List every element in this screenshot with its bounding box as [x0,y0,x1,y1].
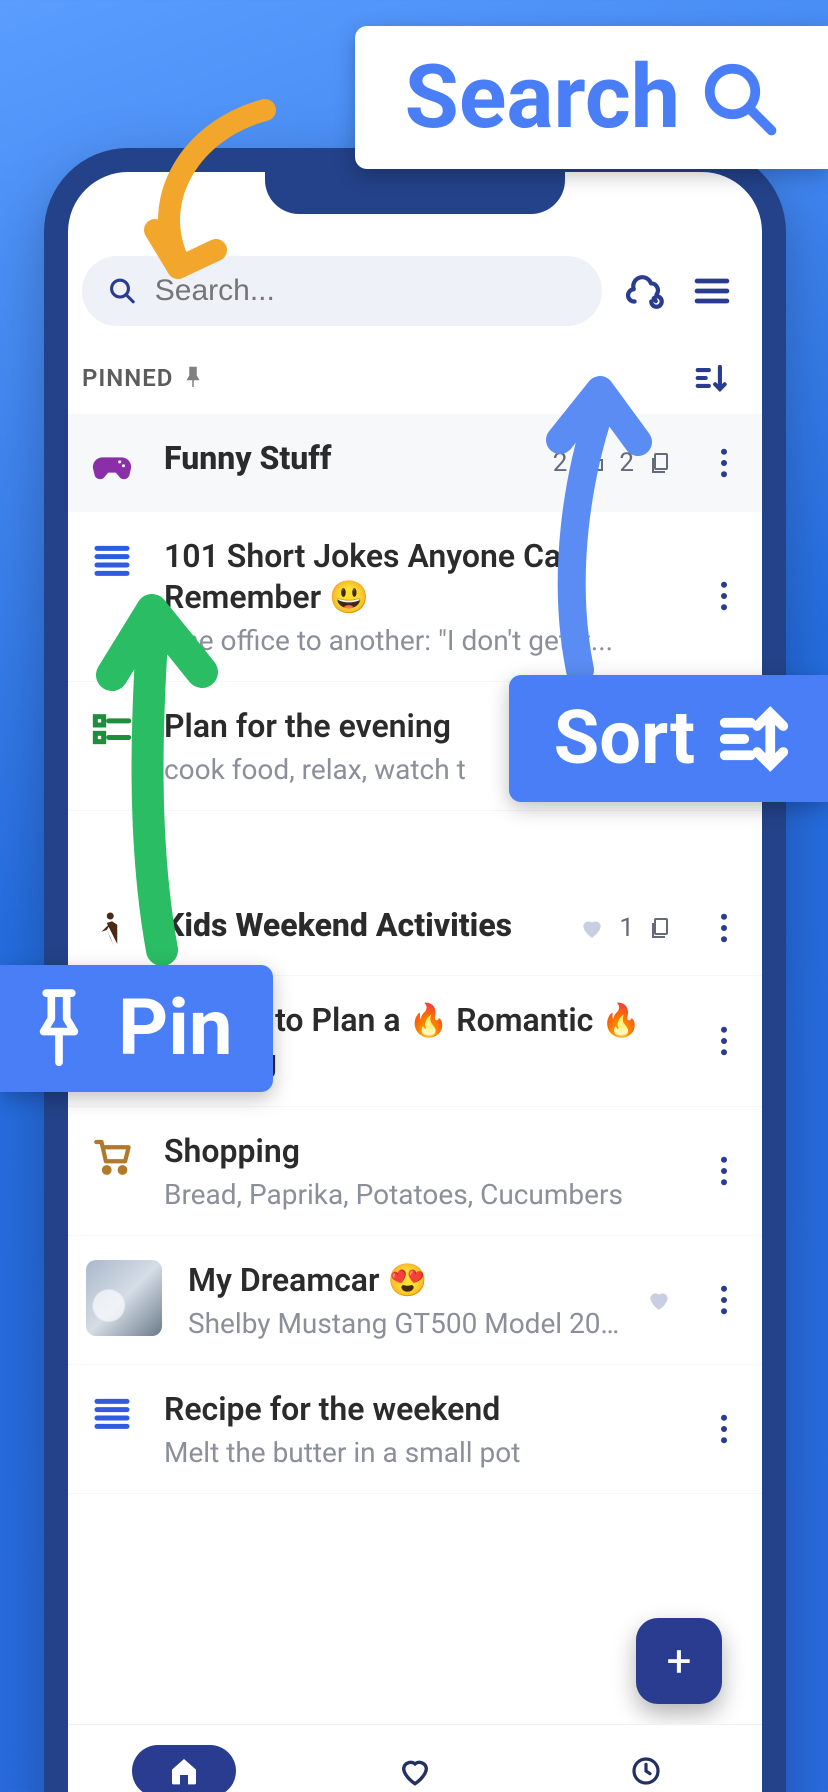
pin-icon [183,366,203,390]
item-title: My Dreamcar 😍 [188,1260,620,1301]
note-lines-icon [86,540,138,580]
annotation-pin: Pin [0,965,273,1092]
annotation-sort: Sort [509,675,828,802]
search-icon [108,275,137,307]
item-menu-button[interactable] [704,1156,744,1186]
item-subtitle: Melt the butter in a small pot [164,1436,678,1469]
list-item[interactable]: 101 Short Jokes Anyone Can Remember 😃 On… [68,512,762,682]
dots-vertical-icon [720,1285,728,1315]
menu-button[interactable] [690,269,734,313]
item-subtitle: Shelby Mustang GT500 Model 2007 [188,1307,620,1340]
gamepad-icon [86,442,138,488]
item-title: Recipe for the weekend [164,1389,678,1430]
heart-outline-icon [398,1754,432,1788]
pinned-label: PINNED [82,364,173,392]
list-item[interactable]: Recipe for the weekend Melt the butter i… [68,1365,762,1494]
phone-notch [265,170,565,214]
pinned-header: PINNED [68,346,762,414]
item-menu-button[interactable] [704,1285,744,1315]
item-counts: 2 2 [553,448,672,478]
tab-recent[interactable]: Recent [594,1745,698,1792]
search-field[interactable] [82,256,602,326]
annotation-sort-label: Sort [554,695,695,782]
note-lines-icon [86,1393,138,1433]
item-title: Kids Weekend Activities [164,905,553,946]
item-title: Shopping [164,1131,678,1172]
item-title: Funny Stuff [164,438,527,479]
annotation-search: Search [355,26,828,169]
cloud-sync-icon [625,270,667,312]
tab-favorites[interactable]: Favorites [363,1745,467,1792]
item-menu-button[interactable] [704,913,744,943]
note-list: Funny Stuff 2 2 101 Short Jokes Anyone [68,414,762,1494]
item-title: 101 Short Jokes Anyone Can Remember 😃 [164,536,678,618]
list-item[interactable]: My Dreamcar 😍 Shelby Mustang GT500 Model… [68,1236,762,1365]
clock-icon [630,1755,662,1787]
checklist-icon [86,710,138,750]
tab-start[interactable]: Start [132,1745,236,1792]
item-menu-button[interactable] [704,1026,744,1056]
folder-icon [581,451,605,475]
cloud-sync-button[interactable] [624,269,668,313]
dots-vertical-icon [720,913,728,943]
hamburger-icon [692,271,732,311]
annotation-pin-label: Pin [118,983,233,1074]
item-menu-button[interactable] [704,1414,744,1444]
annotation-search-label: Search [405,46,680,149]
plus-icon: + [667,1635,692,1687]
home-icon [168,1755,200,1787]
sort-icon [693,359,731,397]
list-item[interactable]: Funny Stuff 2 2 [68,414,762,512]
pin-icon [28,988,90,1070]
sort-icon [715,700,793,778]
heart-icon [646,1287,672,1313]
item-counts: 1 [579,913,672,943]
item-subtitle: Bread, Paprika, Potatoes, Cucumbers [164,1178,678,1211]
item-menu-button[interactable] [704,581,744,611]
item-menu-button[interactable] [704,448,744,478]
search-icon [700,59,778,137]
list-item[interactable]: Kids Weekend Activities 1 [68,881,762,976]
search-input[interactable] [155,274,576,308]
cart-icon [86,1135,138,1177]
dots-vertical-icon [720,1414,728,1444]
hiker-icon [86,909,138,951]
section-gap [68,811,762,881]
list-item[interactable]: Shopping Bread, Paprika, Potatoes, Cucum… [68,1107,762,1236]
sort-button[interactable] [690,356,734,400]
pages-icon [648,916,672,940]
heart-icon [579,915,605,941]
top-bar [68,236,762,346]
dots-vertical-icon [720,1156,728,1186]
pages-icon [648,451,672,475]
item-fav [646,1287,672,1313]
dots-vertical-icon [720,448,728,478]
add-button[interactable]: + [636,1618,722,1704]
dots-vertical-icon [720,581,728,611]
dots-vertical-icon [720,1026,728,1056]
item-subtitle: One office to another: "I don't get it..… [164,624,678,657]
photo-thumbnail [86,1260,162,1336]
bottom-nav: Start Favorites Recent [68,1724,762,1792]
